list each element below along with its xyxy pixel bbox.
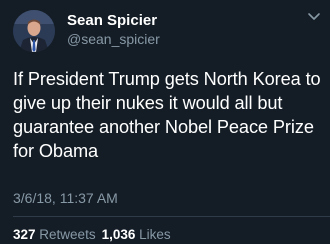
- tweet-timestamp[interactable]: 3/6/18, 11:37 AM: [13, 190, 118, 206]
- tweet-text: If President Trump gets North Korea to g…: [13, 69, 321, 161]
- likes-count: 1,036: [101, 227, 136, 242]
- avatar-image: [13, 10, 55, 52]
- likes-label: Likes: [139, 227, 171, 242]
- retweets-count: 327: [13, 227, 36, 242]
- tweet-card: Sean Spicier @sean_spicier If President …: [0, 0, 330, 244]
- chevron-down-icon[interactable]: [306, 8, 322, 24]
- user-handle[interactable]: @sean_spicier: [67, 31, 160, 47]
- tweet-stats: 327 Retweets 1,036 Likes: [13, 227, 171, 242]
- likes-stat[interactable]: 1,036 Likes: [102, 227, 171, 242]
- divider: [13, 216, 330, 217]
- user-display-name[interactable]: Sean Spicier: [67, 12, 157, 29]
- retweets-stat[interactable]: 327 Retweets: [13, 227, 96, 242]
- avatar[interactable]: [13, 10, 55, 52]
- retweets-label: Retweets: [39, 227, 96, 242]
